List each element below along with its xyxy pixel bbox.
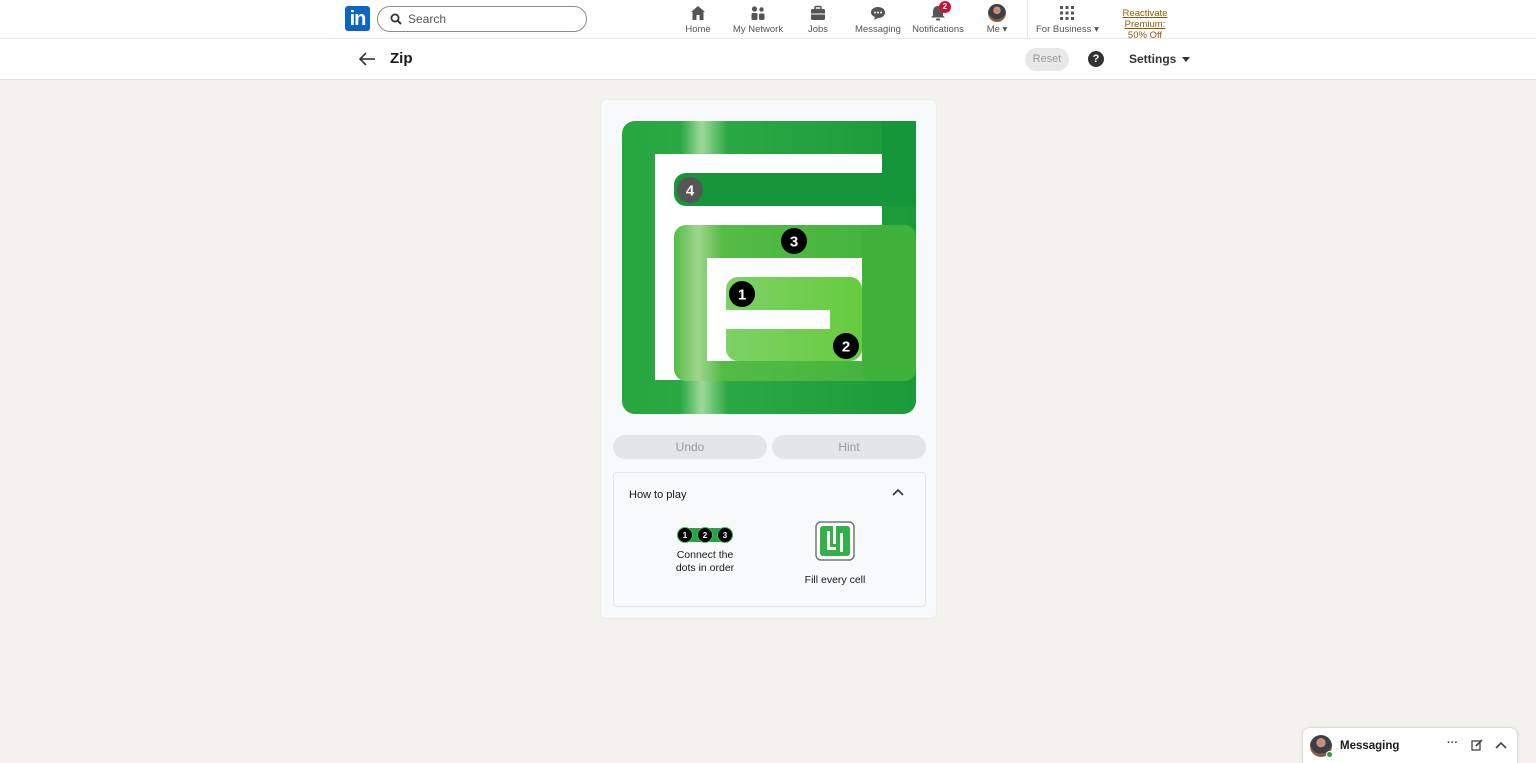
chevron-up-icon[interactable] <box>892 487 904 497</box>
svg-text:1: 1 <box>738 287 746 304</box>
search-box[interactable] <box>377 6 587 32</box>
nav-label: Notifications <box>912 24 964 35</box>
how-to-play-title[interactable]: How to play <box>629 489 686 501</box>
messaging-label: Messaging <box>1340 740 1400 752</box>
nav-notifications[interactable]: 2 Notifications <box>911 1 965 36</box>
grid-icon <box>1060 6 1074 20</box>
game-card: 4 3 1 2 Undo Hint How to play 1 2 3 Conn… <box>600 99 937 619</box>
premium-link[interactable]: Reactivate Premium: 50% Off <box>1101 8 1189 41</box>
nav-for-business[interactable]: For Business ▾ <box>1036 4 1099 36</box>
game-header: Zip Reset ? Settings <box>0 39 1536 80</box>
undo-button[interactable]: Undo <box>613 435 767 459</box>
messaging-icon <box>871 7 885 20</box>
svg-text:4: 4 <box>686 183 695 200</box>
dot-1: 1 <box>729 281 755 307</box>
settings-menu[interactable]: Settings <box>1129 52 1191 66</box>
board-gap-core <box>707 310 830 329</box>
fill-cells-illustration <box>815 521 855 561</box>
path-to-dot-4 <box>674 173 916 206</box>
path-top-cap <box>882 121 916 206</box>
more-options-icon[interactable]: ··· <box>1447 737 1458 749</box>
page-title: Zip <box>390 50 413 67</box>
svg-text:1: 1 <box>683 531 688 540</box>
dot-4: 4 <box>677 177 703 203</box>
nav-label: For Business ▾ <box>1036 24 1099 35</box>
nav-label: My Network <box>732 24 784 35</box>
rule-fill-cells: Fill every cell <box>792 521 878 587</box>
notification-badge: 2 <box>938 1 951 13</box>
caret-down-icon <box>1182 57 1191 63</box>
connect-dots-illustration: 1 2 3 <box>677 527 733 543</box>
path-middle-right <box>862 225 916 381</box>
rule-connect-dots: 1 2 3 Connect the dots in order <box>659 525 751 575</box>
dot-3: 3 <box>781 228 807 254</box>
back-arrow-icon[interactable] <box>357 50 377 68</box>
search-input[interactable] <box>408 10 578 28</box>
reset-button[interactable]: Reset <box>1025 48 1069 71</box>
svg-text:3: 3 <box>790 234 798 251</box>
nav-label: Messaging <box>855 24 901 35</box>
home-icon <box>691 6 705 20</box>
nav-messaging[interactable]: Messaging <box>855 4 901 36</box>
rule1-line2: dots in order <box>675 562 735 574</box>
network-icon <box>751 6 765 20</box>
rule1-line1: Connect the <box>676 549 734 561</box>
chevron-up-icon[interactable] <box>1495 741 1507 749</box>
rule2-text: Fill every cell <box>804 574 866 586</box>
online-status-icon <box>1326 751 1333 758</box>
bell-wrap: 2 <box>929 1 951 22</box>
help-icon[interactable]: ? <box>1088 51 1104 67</box>
compose-icon[interactable] <box>1471 739 1483 751</box>
nav-me[interactable]: Me ▾ <box>983 4 1011 36</box>
nav-label: Jobs <box>807 24 829 35</box>
svg-text:2: 2 <box>842 339 850 356</box>
global-nav: in Home My Network Jobs Messaging 2 Noti… <box>0 0 1536 41</box>
svg-text:3: 3 <box>723 531 728 540</box>
how-to-play-panel: How to play 1 2 3 Connect the dots in or… <box>613 472 926 607</box>
nav-my-network[interactable]: My Network <box>731 4 785 36</box>
settings-label: Settings <box>1129 52 1177 66</box>
briefcase-icon <box>811 5 825 20</box>
nav-jobs[interactable]: Jobs <box>804 4 832 36</box>
messaging-bar[interactable]: Messaging ··· <box>1302 727 1518 763</box>
premium-line1: Reactivate Premium: <box>1122 8 1168 30</box>
linkedin-logo[interactable]: in <box>345 6 370 31</box>
nav-label: Me ▾ <box>986 24 1008 35</box>
dot-2: 2 <box>833 333 859 359</box>
nav-divider <box>1027 0 1028 38</box>
search-icon <box>390 13 402 25</box>
svg-text:2: 2 <box>703 531 708 540</box>
avatar <box>988 4 1006 22</box>
zip-board[interactable]: 4 3 1 2 <box>622 121 916 415</box>
nav-home[interactable]: Home <box>683 4 713 36</box>
nav-label: Home <box>685 24 711 35</box>
hint-button[interactable]: Hint <box>772 435 926 459</box>
